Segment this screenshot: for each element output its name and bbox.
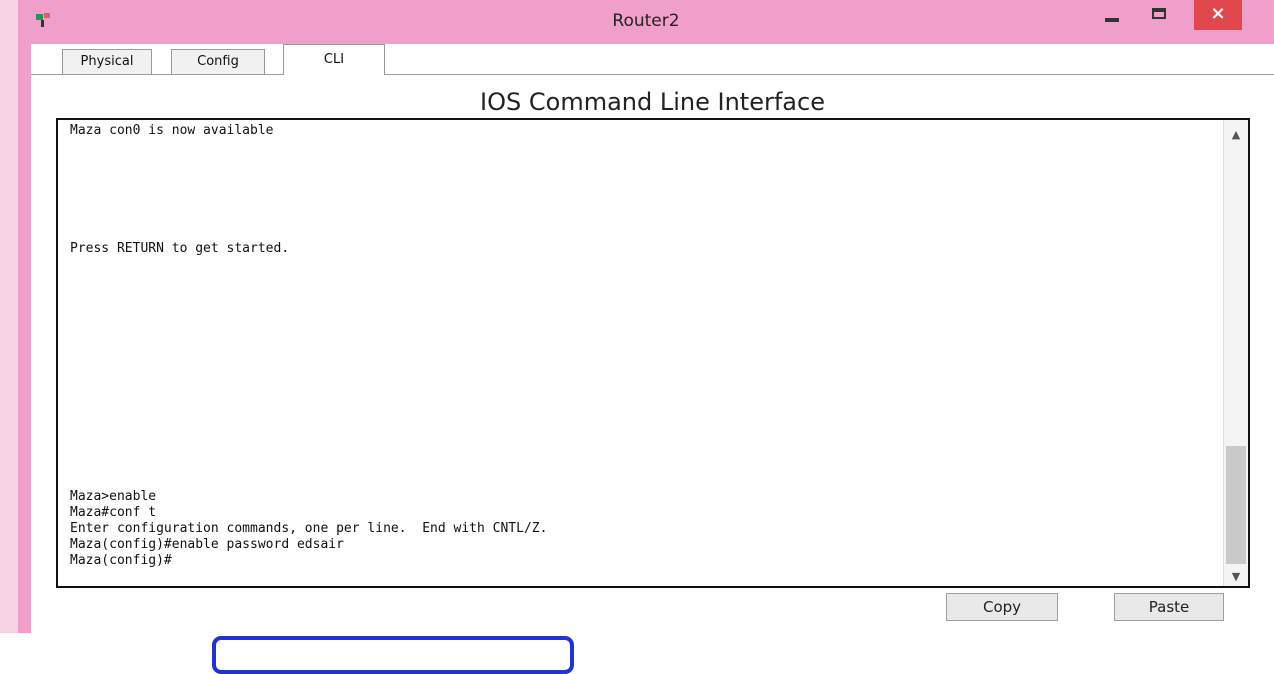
terminal-line: Maza(config)#enable password edsair [70,537,344,552]
terminal-output[interactable]: Maza con0 is now available Press RETURN … [56,118,1250,588]
minimize-button[interactable] [1094,0,1130,30]
title-bar[interactable]: Router2 × [18,0,1274,44]
tab-cli[interactable]: CLI [283,44,385,75]
terminal-line: Maza#conf t [70,505,157,520]
terminal-line: Enter configuration commands, one per li… [70,521,548,536]
minimize-icon [1105,18,1119,22]
device-panel: Physical Config CLI IOS Command Line Int… [31,44,1274,674]
copy-button[interactable]: Copy [946,593,1058,621]
terminal-prompt-line: Maza(config)# [70,553,172,568]
cli-heading: IOS Command Line Interface [480,88,825,116]
tab-physical[interactable]: Physical [62,49,152,74]
terminal-scrollbar[interactable]: ▲ ▼ [1223,120,1248,586]
terminal-line: Maza>enable [70,489,157,504]
tab-bar: Physical Config CLI [31,44,1274,75]
paste-button[interactable]: Paste [1114,593,1224,621]
terminal-line: Press RETURN to get started. [70,241,290,256]
command-highlight [212,636,574,674]
scroll-down-icon[interactable]: ▼ [1224,570,1248,584]
close-icon: × [1210,3,1226,24]
maximize-button[interactable] [1142,0,1178,30]
left-window-edge [0,0,18,633]
tab-config[interactable]: Config [171,49,265,74]
maximize-icon [1152,8,1166,19]
scroll-up-icon[interactable]: ▲ [1224,128,1248,142]
terminal-line: Maza con0 is now available [70,123,274,138]
close-button[interactable]: × [1194,0,1242,30]
scroll-thumb[interactable] [1226,446,1246,564]
window-title: Router2 [612,11,680,31]
window-frame: Router2 × Physical Config CLI IOS Comman… [0,0,1274,674]
